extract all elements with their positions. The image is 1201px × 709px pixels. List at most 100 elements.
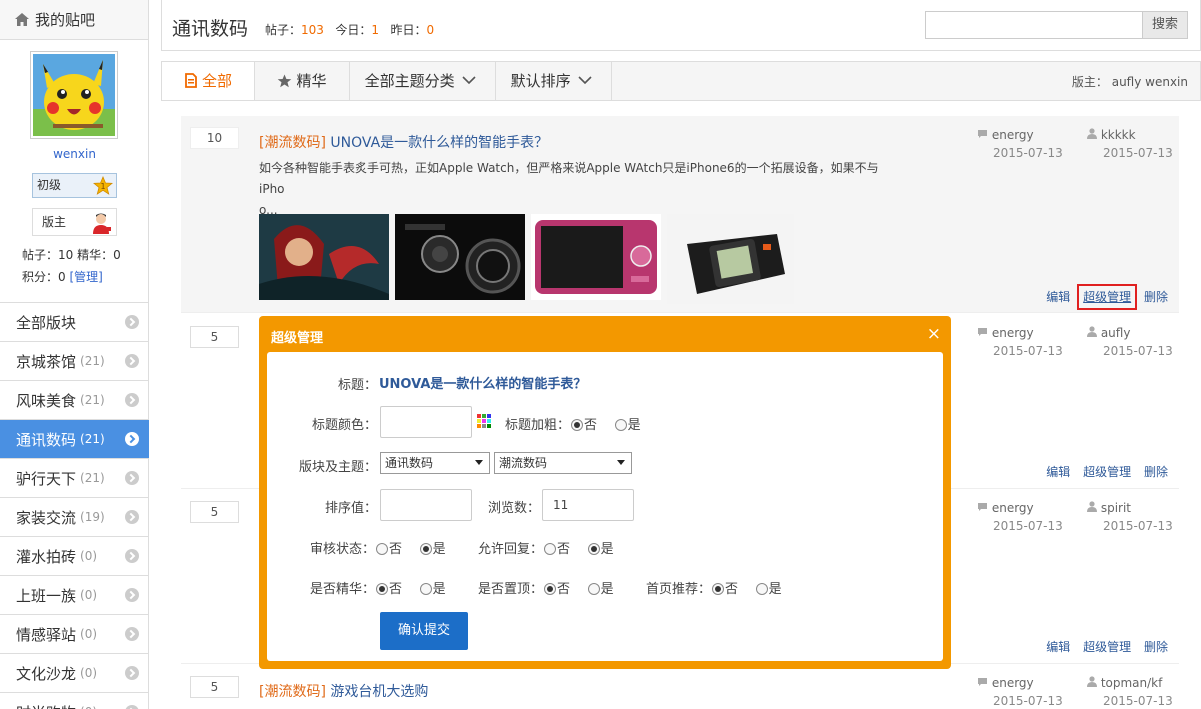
avatar[interactable] [30,51,118,139]
thread-actions: 编辑 超级管理 删除 [1037,638,1168,655]
username[interactable]: wenxin [0,147,149,161]
sidebar-forum-item[interactable]: 灌水拍砖 (0) [0,537,149,576]
filter-tabs: 全部 精华 全部主题分类 默认排序 版主： aufly wenxin [161,61,1201,101]
pinned-yes-radio[interactable] [587,583,600,595]
home-yes-radio[interactable] [755,583,768,595]
review-no-radio[interactable] [376,543,389,555]
author-date: 2015-07-13 [993,519,1063,533]
forum-select[interactable]: 通讯数码 [380,452,490,474]
sidebar-forum-item[interactable]: 时尚购物 (0) [0,693,149,709]
user-icon [1087,128,1097,139]
views-input[interactable]: 11 [542,489,634,521]
sidebar-forum-item[interactable]: 文化沙龙 (0) [0,654,149,693]
home-no-radio[interactable] [712,583,725,595]
edit-link[interactable]: 编辑 [1046,465,1070,479]
thread-image-1[interactable] [259,214,389,300]
chevron-right-icon [125,705,139,709]
thread-row: [潮流数码] 游戏台机大选购 energy 2015-07-13 topman/… [181,664,1179,709]
yesterday-label: 昨日： [390,23,427,37]
thread-title-link[interactable]: [潮流数码] 游戏台机大选购 [259,681,428,701]
radio-yes-label: 是 [432,542,446,557]
sidebar-forum-item[interactable]: 京城茶馆 (21) [0,342,149,381]
thread-actions: 编辑 超级管理 删除 [1037,284,1168,310]
forum-name: 京城茶馆 [16,352,77,371]
points-label: 积分：0 [22,270,66,284]
sidebar-forum-item[interactable]: 情感驿站 (0) [0,615,149,654]
title-bold-group: 标题加粗： 否 是 [505,414,641,433]
featured-label: 是否精华： [310,582,376,597]
forum-count: (0) [80,549,98,563]
super-manage-link[interactable]: 超级管理 [1083,465,1131,479]
author-name[interactable]: energy [992,326,1034,340]
color-palette-icon[interactable] [477,414,491,428]
super-manage-link[interactable]: 超级管理 [1077,284,1138,310]
author-name[interactable]: energy [992,676,1034,690]
last-reply-user[interactable]: kkkkk [1101,128,1136,142]
featured-no-radio[interactable] [376,583,389,595]
forum-name: 时尚购物 [16,702,76,709]
reply-yes-radio[interactable] [587,543,600,555]
pinned-no-radio[interactable] [544,583,557,595]
forum-title: 通讯数码 [172,18,249,40]
featured-yes-radio[interactable] [419,583,432,595]
thread-title[interactable]: 游戏台机大选购 [330,684,428,700]
thread-image-3[interactable] [531,214,661,300]
manage-link[interactable]: [管理] [69,270,102,284]
search-input[interactable] [925,11,1144,39]
sidebar-forum-item[interactable]: 风味美食 (21) [0,381,149,420]
thread-tag[interactable]: [潮流数码] [259,684,326,700]
author-name[interactable]: energy [992,128,1034,142]
level-badge: 初级 1 [32,173,117,198]
sidebar-forum-item[interactable]: 全部版块 [0,303,149,342]
last-reply-user[interactable]: aufly [1101,326,1131,340]
title-bold-no-radio[interactable] [571,419,584,431]
edit-link[interactable]: 编辑 [1046,290,1070,304]
tab-all[interactable]: 全部 [162,62,255,100]
tab-featured[interactable]: 精华 [255,62,350,100]
posts-count: 103 [301,23,324,37]
review-status-group: 审核状态： 否 是 [310,538,446,557]
forum-count: (0) [80,705,97,709]
delete-link[interactable]: 删除 [1144,465,1168,479]
order-input[interactable] [380,489,472,521]
edit-link[interactable]: 编辑 [1046,640,1070,654]
role-badge: 版主 [32,208,117,236]
tab-sort-dropdown[interactable]: 默认排序 [496,62,612,100]
last-reply-user[interactable]: topman/kf [1101,676,1163,690]
my-forums-header[interactable]: 我的贴吧 [0,0,148,40]
sidebar-forum-item[interactable]: 家装交流 (19) [0,498,149,537]
thread-tag[interactable]: [潮流数码] [259,135,326,151]
reply-no-radio[interactable] [544,543,557,555]
thread-title-link[interactable]: [潮流数码] UNOVA是一款什么样的智能手表？ [259,132,548,152]
radio-no-label: 否 [557,542,571,557]
close-icon[interactable]: × [927,324,941,344]
forum-count: (21) [80,471,105,485]
title-color-input[interactable] [380,406,472,438]
pinned-group: 是否置顶： 否 是 [478,578,614,597]
author-name[interactable]: energy [992,501,1034,515]
thread-actions: 编辑 超级管理 删除 [1037,463,1168,480]
tab-category-dropdown[interactable]: 全部主题分类 [350,62,496,100]
thread-image-2[interactable] [395,214,525,300]
thread-image-4[interactable] [667,214,794,304]
forum-count: (0) [80,666,98,680]
author-date: 2015-07-13 [993,694,1063,708]
speech-bubble-icon [978,503,987,511]
radio-no-label: 否 [389,542,403,557]
search-button[interactable]: 搜索 [1142,11,1188,39]
sidebar-forum-item[interactable]: 通讯数码 (21) [0,420,149,459]
sidebar-forum-item[interactable]: 上班一族 (0) [0,576,149,615]
radio-no-label: 否 [725,582,739,597]
thread-title[interactable]: UNOVA是一款什么样的智能手表？ [330,135,548,151]
sidebar-forum-item[interactable]: 驴行天下 (21) [0,459,149,498]
speech-bubble-icon [978,678,987,686]
submit-button[interactable]: 确认提交 [380,612,468,650]
review-yes-radio[interactable] [419,543,432,555]
title-bold-yes-radio[interactable] [614,419,627,431]
allow-reply-group: 允许回复： 否 是 [478,538,614,557]
subject-select[interactable]: 潮流数码 [494,452,632,474]
delete-link[interactable]: 删除 [1144,640,1168,654]
super-manage-link[interactable]: 超级管理 [1083,640,1131,654]
delete-link[interactable]: 删除 [1144,290,1168,304]
last-reply-user[interactable]: spirit [1101,501,1131,515]
